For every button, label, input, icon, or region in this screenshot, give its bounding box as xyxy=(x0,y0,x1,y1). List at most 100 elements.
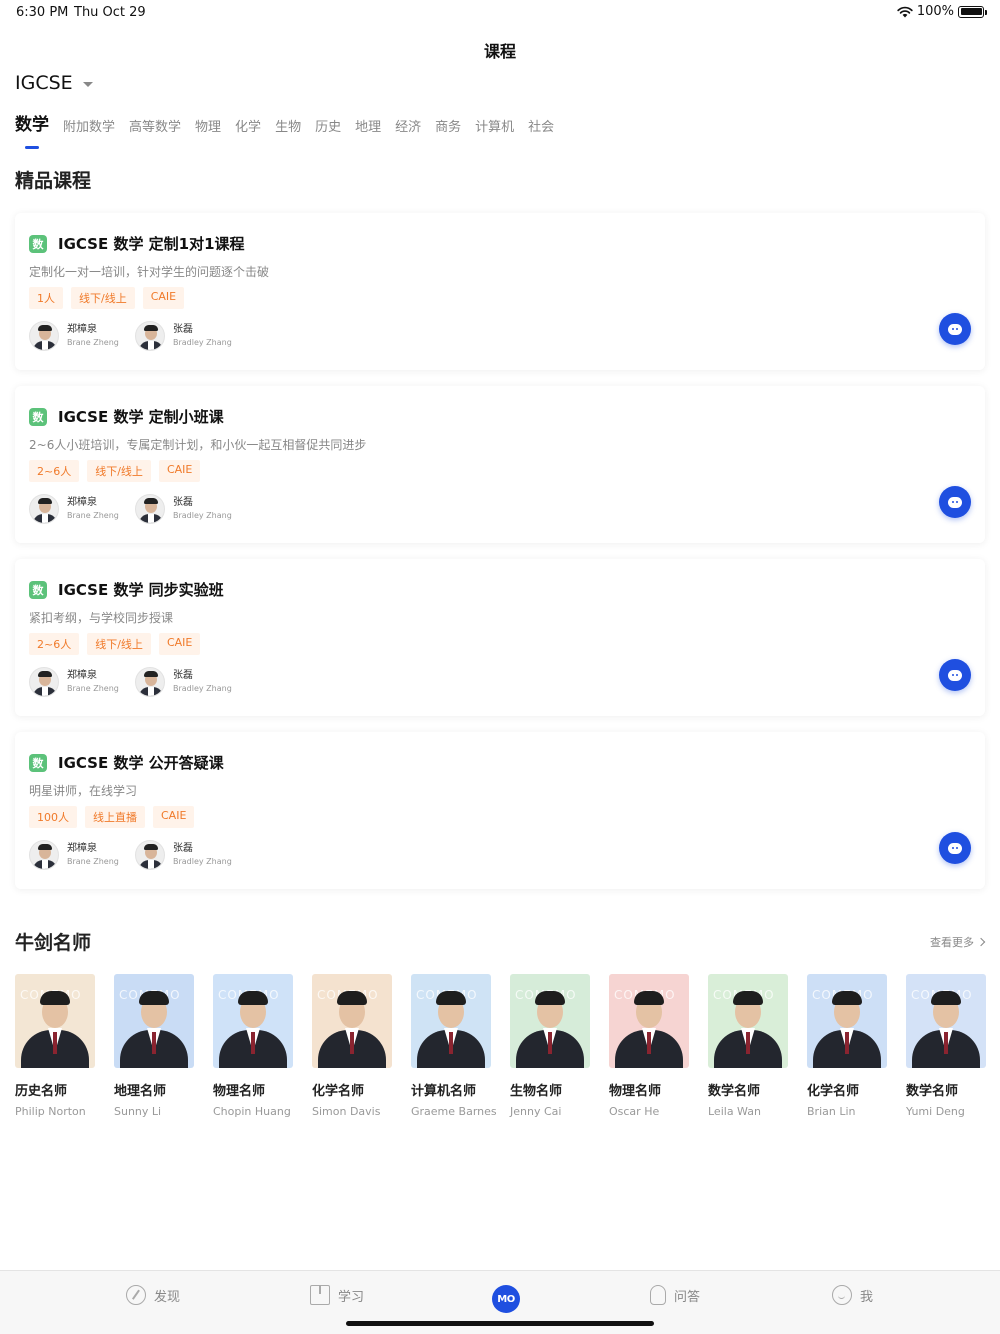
course-card[interactable]: 数 IGCSE 数学 定制1对1课程 定制化一对一培训，针对学生的问题逐个击破 … xyxy=(15,213,985,370)
mo-logo-icon[interactable]: MO xyxy=(492,1285,520,1313)
tab-discover[interactable]: 发现 xyxy=(126,1285,180,1305)
tag-board: CAIE xyxy=(153,806,195,828)
teacher-name: 郑樟泉 xyxy=(67,324,97,335)
view-more-label: 查看更多 xyxy=(930,936,974,949)
teacher-chip[interactable]: 张磊 Bradley Zhang xyxy=(135,494,232,524)
tag-mode: 线下/线上 xyxy=(87,633,151,655)
teacher-role: 计算机名师 xyxy=(411,1084,477,1099)
teacher-role: 化学名师 xyxy=(312,1084,365,1099)
teacher-en-name: Bradley Zhang xyxy=(173,857,232,866)
teacher-card[interactable]: COMEMO 数学名师 Leila Wan xyxy=(708,974,788,1118)
status-date: Thu Oct 29 xyxy=(74,5,146,20)
chat-button[interactable] xyxy=(939,659,971,691)
course-card[interactable]: 数 IGCSE 数学 同步实验班 紧扣考纲，与学校同步授课 2~6人 线下/线上… xyxy=(15,559,985,716)
tab-math[interactable]: 数学 xyxy=(15,110,49,149)
teacher-name: 张磊 xyxy=(173,843,193,854)
status-time: 6:30 PM xyxy=(16,5,69,20)
course-tags: 2~6人 线下/线上 CAIE xyxy=(29,460,201,482)
tab-me[interactable]: 我 xyxy=(832,1285,873,1305)
tag-size: 2~6人 xyxy=(29,460,80,482)
course-card[interactable]: 数 IGCSE 数学 公开答疑课 明星讲师，在线学习 100人 线上直播 CAI… xyxy=(15,732,985,889)
exam-selector[interactable]: IGCSE xyxy=(15,72,93,94)
compass-icon xyxy=(126,1285,146,1305)
teacher-card[interactable]: COMEMO 数学名师 Yumi Deng xyxy=(906,974,986,1118)
teacher-name: Brian Lin xyxy=(807,1105,856,1118)
teacher-name: 张磊 xyxy=(173,497,193,508)
course-card[interactable]: 数 IGCSE 数学 定制小班课 2~6人小班培训，专属定制计划，和小伙一起互相… xyxy=(15,386,985,543)
teacher-chip[interactable]: 郑樟泉 Brane Zheng xyxy=(29,321,119,351)
tab-additional-math[interactable]: 附加数学 xyxy=(63,116,115,137)
teacher-role: 地理名师 xyxy=(114,1084,167,1099)
teacher-role: 数学名师 xyxy=(906,1084,959,1099)
teacher-card[interactable]: COMEMO 历史名师 Philip Norton xyxy=(15,974,95,1118)
face-icon xyxy=(832,1285,852,1305)
chat-button[interactable] xyxy=(939,313,971,345)
teacher-name: 郑樟泉 xyxy=(67,843,97,854)
tab-qa[interactable]: 问答 xyxy=(650,1285,700,1305)
tab-biology[interactable]: 生物 xyxy=(275,116,301,137)
teacher-chip[interactable]: 郑樟泉 Brane Zheng xyxy=(29,840,119,870)
tab-chemistry[interactable]: 化学 xyxy=(235,116,261,137)
teacher-list: COMEMO 历史名师 Philip Norton COMEMO 地理名师 Sunny L… xyxy=(15,974,986,1118)
teacher-chip[interactable]: 张磊 Bradley Zhang xyxy=(135,840,232,870)
teacher-card[interactable]: COMEMO 生物名师 Jenny Cai xyxy=(510,974,590,1118)
avatar xyxy=(135,667,165,697)
teacher-name: Simon Davis xyxy=(312,1105,381,1118)
teacher-card[interactable]: COMEMO 物理名师 Oscar He xyxy=(609,974,689,1118)
tab-further-math[interactable]: 高等数学 xyxy=(129,116,181,137)
wifi-icon xyxy=(897,6,913,17)
course-teachers: 郑樟泉 Brane Zheng 张磊 Bradley Zhang xyxy=(29,321,232,351)
teacher-en-name: Brane Zheng xyxy=(67,511,119,520)
teacher-photo: COMEMO xyxy=(609,974,689,1068)
tag-mode: 线下/线上 xyxy=(71,287,135,309)
teacher-en-name: Brane Zheng xyxy=(67,338,119,347)
teacher-role: 化学名师 xyxy=(807,1084,860,1099)
teacher-en-name: Bradley Zhang xyxy=(173,511,232,520)
tab-history[interactable]: 历史 xyxy=(315,116,341,137)
tag-board: CAIE xyxy=(158,460,201,482)
teacher-role: 数学名师 xyxy=(708,1084,761,1099)
course-tags: 100人 线上直播 CAIE xyxy=(29,806,195,828)
home-indicator xyxy=(346,1321,654,1326)
teacher-en-name: Bradley Zhang xyxy=(173,338,232,347)
chevron-right-icon xyxy=(976,937,986,947)
teacher-name: Sunny Li xyxy=(114,1105,162,1118)
teacher-name: 张磊 xyxy=(173,670,193,681)
featured-courses-title: 精品课程 xyxy=(15,170,92,192)
tab-economics[interactable]: 经济 xyxy=(395,116,421,137)
teacher-chip[interactable]: 张磊 Bradley Zhang xyxy=(135,321,232,351)
avatar xyxy=(29,321,59,351)
teacher-card[interactable]: COMEMO 计算机名师 Graeme Barnes xyxy=(411,974,497,1118)
teacher-card[interactable]: COMEMO 地理名师 Sunny Li xyxy=(114,974,194,1118)
teacher-chip[interactable]: 郑樟泉 Brane Zheng xyxy=(29,494,119,524)
view-more-link[interactable]: 查看更多 xyxy=(930,934,986,950)
teacher-name: Philip Norton xyxy=(15,1105,86,1118)
teacher-photo: COMEMO xyxy=(15,974,95,1068)
teacher-card[interactable]: COMEMO 化学名师 Simon Davis xyxy=(312,974,392,1118)
subject-badge: 数 xyxy=(29,234,47,253)
tag-board: CAIE xyxy=(142,287,185,309)
tab-social[interactable]: 社会 xyxy=(528,116,554,137)
course-description: 2~6人小班培训，专属定制计划，和小伙一起互相督促共同进步 xyxy=(29,438,367,452)
tab-physics[interactable]: 物理 xyxy=(195,116,221,137)
avatar xyxy=(135,494,165,524)
chat-button[interactable] xyxy=(939,832,971,864)
tab-study[interactable]: 学习 xyxy=(310,1285,364,1305)
teacher-photo: COMEMO xyxy=(906,974,986,1068)
chat-button[interactable] xyxy=(939,486,971,518)
teacher-chip[interactable]: 郑樟泉 Brane Zheng xyxy=(29,667,119,697)
teacher-chip[interactable]: 张磊 Bradley Zhang xyxy=(135,667,232,697)
teacher-photo: COMEMO xyxy=(807,974,887,1068)
course-title: IGCSE 数学 定制1对1课程 xyxy=(58,235,245,253)
teacher-name: 张磊 xyxy=(173,324,193,335)
avatar xyxy=(29,494,59,524)
tab-computer[interactable]: 计算机 xyxy=(475,116,514,137)
tab-business[interactable]: 商务 xyxy=(435,116,461,137)
teacher-role: 生物名师 xyxy=(510,1084,563,1099)
avatar xyxy=(135,840,165,870)
battery-icon xyxy=(958,5,987,18)
teacher-card[interactable]: COMEMO 化学名师 Brian Lin xyxy=(807,974,887,1118)
teacher-photo: COMEMO xyxy=(510,974,590,1068)
tab-geography[interactable]: 地理 xyxy=(355,116,381,137)
teacher-card[interactable]: COMEMO 物理名师 Chopin Huang xyxy=(213,974,293,1118)
